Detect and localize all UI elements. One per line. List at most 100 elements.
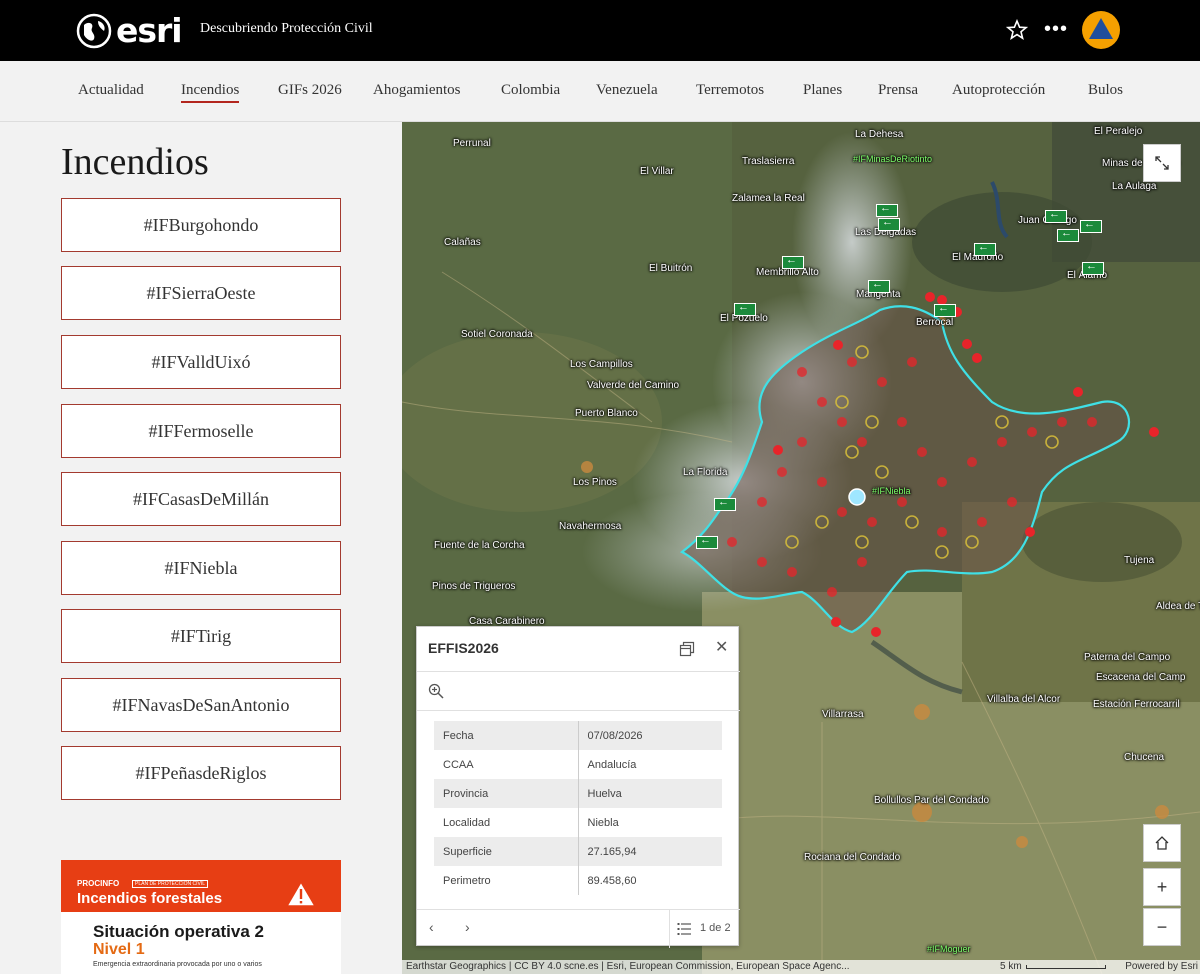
banner-heading: Situación operativa 2 bbox=[93, 922, 264, 941]
home-icon bbox=[1155, 836, 1169, 850]
exit-icon[interactable] bbox=[782, 254, 804, 269]
table-row: Fecha 07/08/2026 bbox=[434, 721, 722, 750]
banner-header: PROCINFO PLAN DE PROTECCIÓN CIVIL Incend… bbox=[61, 860, 341, 912]
fire-label[interactable]: #IFNiebla bbox=[872, 486, 911, 496]
dock-icon[interactable] bbox=[679, 641, 695, 657]
tag-button[interactable]: #IFNiebla bbox=[61, 541, 341, 595]
exit-icon[interactable] bbox=[974, 241, 996, 256]
place-label: Calañas bbox=[444, 237, 481, 248]
exit-icon[interactable] bbox=[734, 301, 756, 316]
exit-icon[interactable] bbox=[1057, 227, 1079, 242]
more-icon[interactable]: ••• bbox=[1044, 18, 1068, 41]
place-label: Escacena del Camp bbox=[1096, 672, 1186, 683]
procinfo-banner[interactable]: PROCINFO PLAN DE PROTECCIÓN CIVIL Incend… bbox=[61, 860, 341, 974]
fire-label[interactable]: #IFMinasDeRiotinto bbox=[853, 154, 932, 164]
place-label: La Florida bbox=[683, 467, 728, 478]
nav-item-venezuela[interactable]: Venezuela bbox=[596, 82, 658, 99]
place-label: Los Pinos bbox=[573, 477, 617, 488]
tag-button[interactable]: #IFSierraOeste bbox=[61, 266, 341, 320]
nav-item-ahogamientos[interactable]: Ahogamientos bbox=[373, 82, 461, 99]
list-icon[interactable] bbox=[677, 922, 691, 936]
nav-item-planes[interactable]: Planes bbox=[803, 82, 842, 99]
nav-item-terremotos[interactable]: Terremotos bbox=[696, 82, 764, 99]
exit-icon[interactable] bbox=[878, 216, 900, 231]
site-title[interactable]: Descubriendo Protección Civil bbox=[200, 21, 373, 37]
nav-item-prensa[interactable]: Prensa bbox=[878, 82, 918, 99]
tag-button[interactable]: #IFBurgohondo bbox=[61, 198, 341, 252]
previous-icon[interactable]: ‹ bbox=[429, 919, 434, 935]
tag-button[interactable]: #IFFermoselle bbox=[61, 404, 341, 458]
zoom-out-icon: − bbox=[1156, 916, 1168, 937]
popup-title: EFFIS2026 bbox=[428, 640, 499, 656]
nav-item-incendios[interactable]: Incendios bbox=[181, 82, 240, 103]
tag-button[interactable]: #IFCasasDeMillán bbox=[61, 472, 341, 526]
place-label: Valverde del Camino bbox=[587, 380, 680, 391]
fire-label[interactable]: #IFMoguer bbox=[927, 944, 971, 954]
tag-button[interactable]: #IFPeñasdeRiglos bbox=[61, 746, 341, 800]
place-label: Zalamea la Real bbox=[732, 193, 805, 204]
expand-button[interactable] bbox=[1143, 144, 1181, 182]
zoom-in-button[interactable]: + bbox=[1143, 868, 1181, 906]
place-label: Pinos de Trigueros bbox=[432, 581, 516, 592]
exit-icon[interactable] bbox=[934, 302, 956, 317]
banner-level: Nivel 1 bbox=[93, 941, 145, 958]
civil-protection-icon bbox=[1084, 13, 1118, 47]
tag-button[interactable]: #IFTirig bbox=[61, 609, 341, 663]
exit-icon[interactable] bbox=[868, 278, 890, 293]
place-label: Villarrasa bbox=[822, 709, 864, 720]
place-label: Perrunal bbox=[453, 138, 491, 149]
attr-key: Fecha bbox=[434, 721, 579, 750]
feature-popup: EFFIS2026 ✕ Fecha 07/08/2026 CCAA Andalucí… bbox=[416, 626, 740, 948]
banner-body: Situación operativa 2 Nivel 1 Emergencia… bbox=[75, 912, 341, 974]
zoom-out-button[interactable]: − bbox=[1143, 908, 1181, 946]
nav-bar: Actualidad Incendios GIFs 2026 Ahogamien… bbox=[0, 61, 1200, 122]
place-label: Aldea de T bbox=[1156, 601, 1200, 612]
exit-icon[interactable] bbox=[1080, 218, 1102, 233]
avatar[interactable] bbox=[1082, 11, 1120, 49]
expand-icon bbox=[1155, 156, 1169, 170]
nav-item-actualidad[interactable]: Actualidad bbox=[78, 82, 144, 99]
star-icon[interactable] bbox=[1006, 19, 1028, 41]
place-label: Paterna del Campo bbox=[1084, 652, 1171, 663]
zoom-to-icon[interactable] bbox=[428, 683, 444, 699]
tag-button[interactable]: #IFNavasDeSanAntonio bbox=[61, 678, 341, 732]
place-label: Traslasierra bbox=[742, 156, 795, 167]
place-label: Villalba del Alcor bbox=[987, 694, 1061, 705]
home-button[interactable] bbox=[1143, 824, 1181, 862]
nav-item-autoproteccion[interactable]: Autoprotección bbox=[952, 82, 1045, 99]
table-row: Perimetro 89.458,60 bbox=[434, 866, 722, 895]
esri-logo[interactable]: esri bbox=[76, 11, 183, 50]
banner-subbrand: PLAN DE PROTECCIÓN CIVIL bbox=[132, 880, 209, 888]
attribute-table: Fecha 07/08/2026 CCAA Andalucía Provincia H… bbox=[434, 721, 722, 895]
attr-key: Localidad bbox=[434, 808, 579, 837]
warning-icon bbox=[285, 880, 317, 907]
place-label: Los Campillos bbox=[570, 359, 633, 370]
attr-value: Andalucía bbox=[587, 758, 637, 771]
place-label: El Villar bbox=[640, 166, 674, 177]
place-label: La Dehesa bbox=[855, 129, 904, 140]
nav-item-gifs-2026[interactable]: GIFs 2026 bbox=[278, 82, 342, 99]
exit-icon[interactable] bbox=[696, 534, 718, 549]
globe-icon bbox=[76, 13, 112, 48]
attr-value: 89.458,60 bbox=[587, 874, 637, 887]
tag-button[interactable]: #IFValldUixó bbox=[61, 335, 341, 389]
banner-title: Incendios forestales bbox=[77, 890, 223, 907]
popup-footer: ‹ › 1 de 2 bbox=[417, 909, 740, 948]
attr-key: Perimetro bbox=[434, 866, 579, 895]
logo-text: esri bbox=[116, 11, 183, 50]
close-icon[interactable]: ✕ bbox=[715, 637, 728, 657]
exit-icon[interactable] bbox=[1082, 260, 1104, 275]
next-icon[interactable]: › bbox=[465, 919, 470, 935]
place-label: Sotiel Coronada bbox=[461, 329, 533, 340]
nav-item-colombia[interactable]: Colombia bbox=[501, 82, 560, 99]
exit-icon[interactable] bbox=[714, 496, 736, 511]
place-label: Rociana del Condado bbox=[804, 852, 901, 863]
table-row: Provincia Huelva bbox=[434, 779, 722, 808]
banner-brand: PROCINFO bbox=[77, 879, 120, 888]
nav-item-bulos[interactable]: Bulos bbox=[1088, 82, 1123, 99]
powered-by[interactable]: Powered by Esri bbox=[1125, 960, 1200, 974]
table-row: Superficie 27.165,94 bbox=[434, 837, 722, 866]
exit-icon[interactable] bbox=[1045, 208, 1067, 223]
place-label: Tujena bbox=[1124, 555, 1155, 566]
page-title: Incendios bbox=[61, 141, 209, 183]
